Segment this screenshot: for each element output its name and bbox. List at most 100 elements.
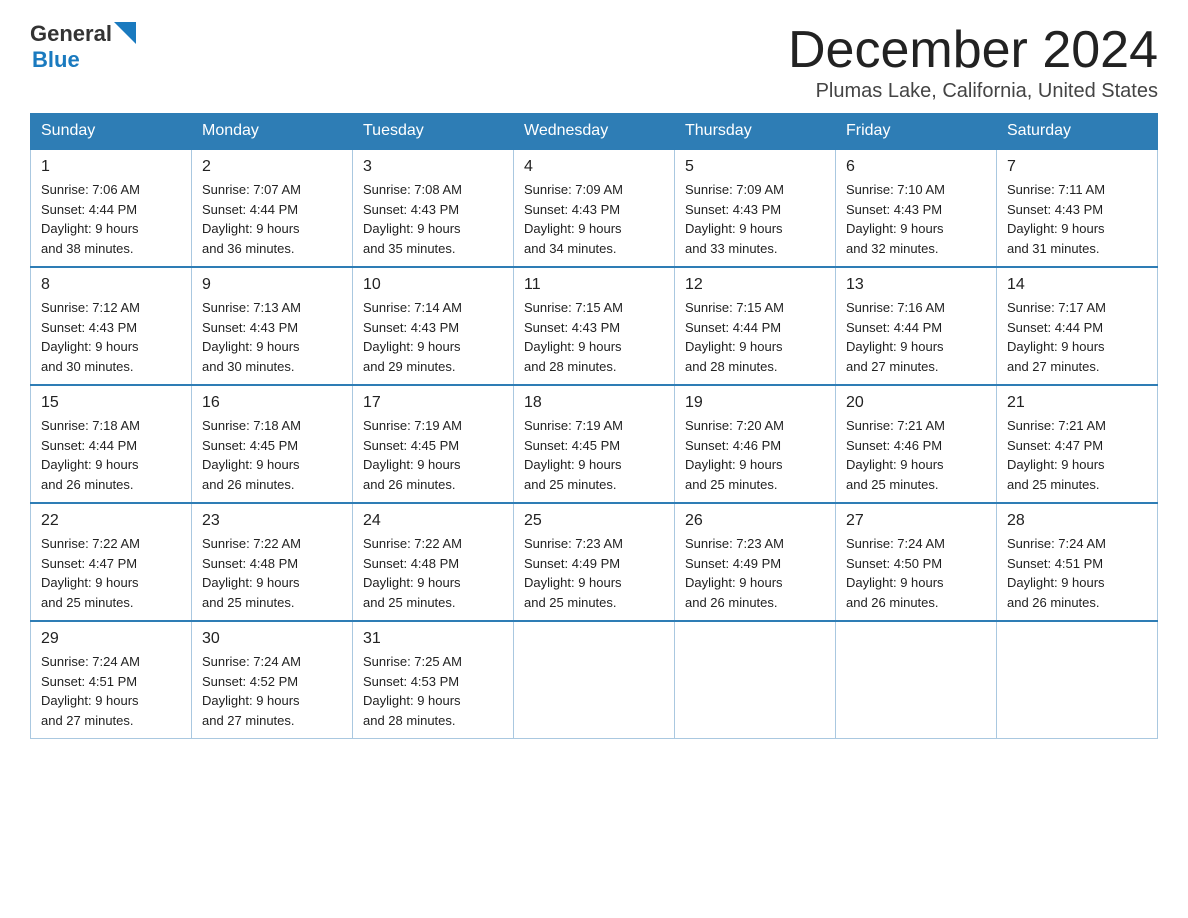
calendar-cell-4-5 bbox=[836, 621, 997, 739]
day-number: 11 bbox=[524, 276, 664, 294]
calendar-cell-2-2: 17 Sunrise: 7:19 AM Sunset: 4:45 PM Dayl… bbox=[353, 385, 514, 503]
calendar-cell-0-4: 5 Sunrise: 7:09 AM Sunset: 4:43 PM Dayli… bbox=[675, 149, 836, 267]
day-number: 12 bbox=[685, 276, 825, 294]
calendar-cell-3-1: 23 Sunrise: 7:22 AM Sunset: 4:48 PM Dayl… bbox=[192, 503, 353, 621]
day-info: Sunrise: 7:09 AM Sunset: 4:43 PM Dayligh… bbox=[524, 180, 664, 258]
calendar-cell-1-0: 8 Sunrise: 7:12 AM Sunset: 4:43 PM Dayli… bbox=[31, 267, 192, 385]
calendar-cell-1-5: 13 Sunrise: 7:16 AM Sunset: 4:44 PM Dayl… bbox=[836, 267, 997, 385]
day-info: Sunrise: 7:11 AM Sunset: 4:43 PM Dayligh… bbox=[1007, 180, 1147, 258]
day-info: Sunrise: 7:24 AM Sunset: 4:50 PM Dayligh… bbox=[846, 534, 986, 612]
calendar-table: Sunday Monday Tuesday Wednesday Thursday… bbox=[30, 113, 1158, 739]
day-number: 21 bbox=[1007, 394, 1147, 412]
day-number: 26 bbox=[685, 512, 825, 530]
day-info: Sunrise: 7:10 AM Sunset: 4:43 PM Dayligh… bbox=[846, 180, 986, 258]
day-number: 9 bbox=[202, 276, 342, 294]
day-number: 25 bbox=[524, 512, 664, 530]
day-info: Sunrise: 7:23 AM Sunset: 4:49 PM Dayligh… bbox=[524, 534, 664, 612]
title-block: December 2024 Plumas Lake, California, U… bbox=[788, 20, 1158, 103]
calendar-cell-4-3 bbox=[514, 621, 675, 739]
day-info: Sunrise: 7:24 AM Sunset: 4:51 PM Dayligh… bbox=[1007, 534, 1147, 612]
day-number: 24 bbox=[363, 512, 503, 530]
day-info: Sunrise: 7:24 AM Sunset: 4:51 PM Dayligh… bbox=[41, 652, 181, 730]
week-row-1: 1 Sunrise: 7:06 AM Sunset: 4:44 PM Dayli… bbox=[31, 149, 1158, 267]
logo-arrow-icon bbox=[114, 22, 136, 44]
calendar-cell-3-0: 22 Sunrise: 7:22 AM Sunset: 4:47 PM Dayl… bbox=[31, 503, 192, 621]
day-info: Sunrise: 7:08 AM Sunset: 4:43 PM Dayligh… bbox=[363, 180, 503, 258]
day-info: Sunrise: 7:15 AM Sunset: 4:44 PM Dayligh… bbox=[685, 298, 825, 376]
calendar-cell-4-1: 30 Sunrise: 7:24 AM Sunset: 4:52 PM Dayl… bbox=[192, 621, 353, 739]
header-monday: Monday bbox=[192, 114, 353, 150]
day-info: Sunrise: 7:22 AM Sunset: 4:47 PM Dayligh… bbox=[41, 534, 181, 612]
day-number: 16 bbox=[202, 394, 342, 412]
calendar-cell-2-4: 19 Sunrise: 7:20 AM Sunset: 4:46 PM Dayl… bbox=[675, 385, 836, 503]
calendar-cell-0-2: 3 Sunrise: 7:08 AM Sunset: 4:43 PM Dayli… bbox=[353, 149, 514, 267]
day-number: 27 bbox=[846, 512, 986, 530]
calendar-cell-1-6: 14 Sunrise: 7:17 AM Sunset: 4:44 PM Dayl… bbox=[997, 267, 1158, 385]
calendar-cell-1-1: 9 Sunrise: 7:13 AM Sunset: 4:43 PM Dayli… bbox=[192, 267, 353, 385]
week-row-5: 29 Sunrise: 7:24 AM Sunset: 4:51 PM Dayl… bbox=[31, 621, 1158, 739]
calendar-cell-2-3: 18 Sunrise: 7:19 AM Sunset: 4:45 PM Dayl… bbox=[514, 385, 675, 503]
day-number: 8 bbox=[41, 276, 181, 294]
day-info: Sunrise: 7:18 AM Sunset: 4:44 PM Dayligh… bbox=[41, 416, 181, 494]
day-info: Sunrise: 7:07 AM Sunset: 4:44 PM Dayligh… bbox=[202, 180, 342, 258]
day-number: 6 bbox=[846, 158, 986, 176]
header-saturday: Saturday bbox=[997, 114, 1158, 150]
day-number: 1 bbox=[41, 158, 181, 176]
day-info: Sunrise: 7:13 AM Sunset: 4:43 PM Dayligh… bbox=[202, 298, 342, 376]
calendar-cell-2-6: 21 Sunrise: 7:21 AM Sunset: 4:47 PM Dayl… bbox=[997, 385, 1158, 503]
day-info: Sunrise: 7:06 AM Sunset: 4:44 PM Dayligh… bbox=[41, 180, 181, 258]
day-number: 31 bbox=[363, 630, 503, 648]
calendar-cell-0-6: 7 Sunrise: 7:11 AM Sunset: 4:43 PM Dayli… bbox=[997, 149, 1158, 267]
day-info: Sunrise: 7:22 AM Sunset: 4:48 PM Dayligh… bbox=[363, 534, 503, 612]
calendar-cell-3-2: 24 Sunrise: 7:22 AM Sunset: 4:48 PM Dayl… bbox=[353, 503, 514, 621]
calendar-cell-1-3: 11 Sunrise: 7:15 AM Sunset: 4:43 PM Dayl… bbox=[514, 267, 675, 385]
day-info: Sunrise: 7:19 AM Sunset: 4:45 PM Dayligh… bbox=[363, 416, 503, 494]
week-row-4: 22 Sunrise: 7:22 AM Sunset: 4:47 PM Dayl… bbox=[31, 503, 1158, 621]
day-info: Sunrise: 7:22 AM Sunset: 4:48 PM Dayligh… bbox=[202, 534, 342, 612]
calendar-cell-3-3: 25 Sunrise: 7:23 AM Sunset: 4:49 PM Dayl… bbox=[514, 503, 675, 621]
day-info: Sunrise: 7:17 AM Sunset: 4:44 PM Dayligh… bbox=[1007, 298, 1147, 376]
calendar-cell-2-1: 16 Sunrise: 7:18 AM Sunset: 4:45 PM Dayl… bbox=[192, 385, 353, 503]
day-info: Sunrise: 7:18 AM Sunset: 4:45 PM Dayligh… bbox=[202, 416, 342, 494]
calendar-cell-0-0: 1 Sunrise: 7:06 AM Sunset: 4:44 PM Dayli… bbox=[31, 149, 192, 267]
week-row-2: 8 Sunrise: 7:12 AM Sunset: 4:43 PM Dayli… bbox=[31, 267, 1158, 385]
day-number: 17 bbox=[363, 394, 503, 412]
header-thursday: Thursday bbox=[675, 114, 836, 150]
calendar-cell-3-6: 28 Sunrise: 7:24 AM Sunset: 4:51 PM Dayl… bbox=[997, 503, 1158, 621]
day-number: 15 bbox=[41, 394, 181, 412]
day-number: 28 bbox=[1007, 512, 1147, 530]
header-friday: Friday bbox=[836, 114, 997, 150]
calendar-cell-0-5: 6 Sunrise: 7:10 AM Sunset: 4:43 PM Dayli… bbox=[836, 149, 997, 267]
calendar-cell-1-4: 12 Sunrise: 7:15 AM Sunset: 4:44 PM Dayl… bbox=[675, 267, 836, 385]
day-info: Sunrise: 7:20 AM Sunset: 4:46 PM Dayligh… bbox=[685, 416, 825, 494]
day-info: Sunrise: 7:25 AM Sunset: 4:53 PM Dayligh… bbox=[363, 652, 503, 730]
day-number: 20 bbox=[846, 394, 986, 412]
calendar-cell-1-2: 10 Sunrise: 7:14 AM Sunset: 4:43 PM Dayl… bbox=[353, 267, 514, 385]
day-number: 23 bbox=[202, 512, 342, 530]
calendar-cell-2-5: 20 Sunrise: 7:21 AM Sunset: 4:46 PM Dayl… bbox=[836, 385, 997, 503]
day-number: 30 bbox=[202, 630, 342, 648]
location-subtitle: Plumas Lake, California, United States bbox=[788, 80, 1158, 103]
calendar-cell-4-4 bbox=[675, 621, 836, 739]
day-info: Sunrise: 7:15 AM Sunset: 4:43 PM Dayligh… bbox=[524, 298, 664, 376]
day-info: Sunrise: 7:24 AM Sunset: 4:52 PM Dayligh… bbox=[202, 652, 342, 730]
month-title: December 2024 bbox=[788, 20, 1158, 80]
day-info: Sunrise: 7:09 AM Sunset: 4:43 PM Dayligh… bbox=[685, 180, 825, 258]
header-sunday: Sunday bbox=[31, 114, 192, 150]
calendar-cell-0-1: 2 Sunrise: 7:07 AM Sunset: 4:44 PM Dayli… bbox=[192, 149, 353, 267]
day-info: Sunrise: 7:21 AM Sunset: 4:46 PM Dayligh… bbox=[846, 416, 986, 494]
day-info: Sunrise: 7:23 AM Sunset: 4:49 PM Dayligh… bbox=[685, 534, 825, 612]
day-number: 22 bbox=[41, 512, 181, 530]
day-number: 2 bbox=[202, 158, 342, 176]
day-number: 7 bbox=[1007, 158, 1147, 176]
calendar-cell-4-0: 29 Sunrise: 7:24 AM Sunset: 4:51 PM Dayl… bbox=[31, 621, 192, 739]
day-info: Sunrise: 7:19 AM Sunset: 4:45 PM Dayligh… bbox=[524, 416, 664, 494]
day-info: Sunrise: 7:14 AM Sunset: 4:43 PM Dayligh… bbox=[363, 298, 503, 376]
day-number: 14 bbox=[1007, 276, 1147, 294]
logo-blue-text: Blue bbox=[32, 47, 80, 73]
logo: General Blue bbox=[30, 20, 136, 73]
calendar-cell-4-6 bbox=[997, 621, 1158, 739]
day-number: 10 bbox=[363, 276, 503, 294]
calendar-cell-3-4: 26 Sunrise: 7:23 AM Sunset: 4:49 PM Dayl… bbox=[675, 503, 836, 621]
page-header: General Blue December 2024 Plumas Lake, … bbox=[30, 20, 1158, 103]
